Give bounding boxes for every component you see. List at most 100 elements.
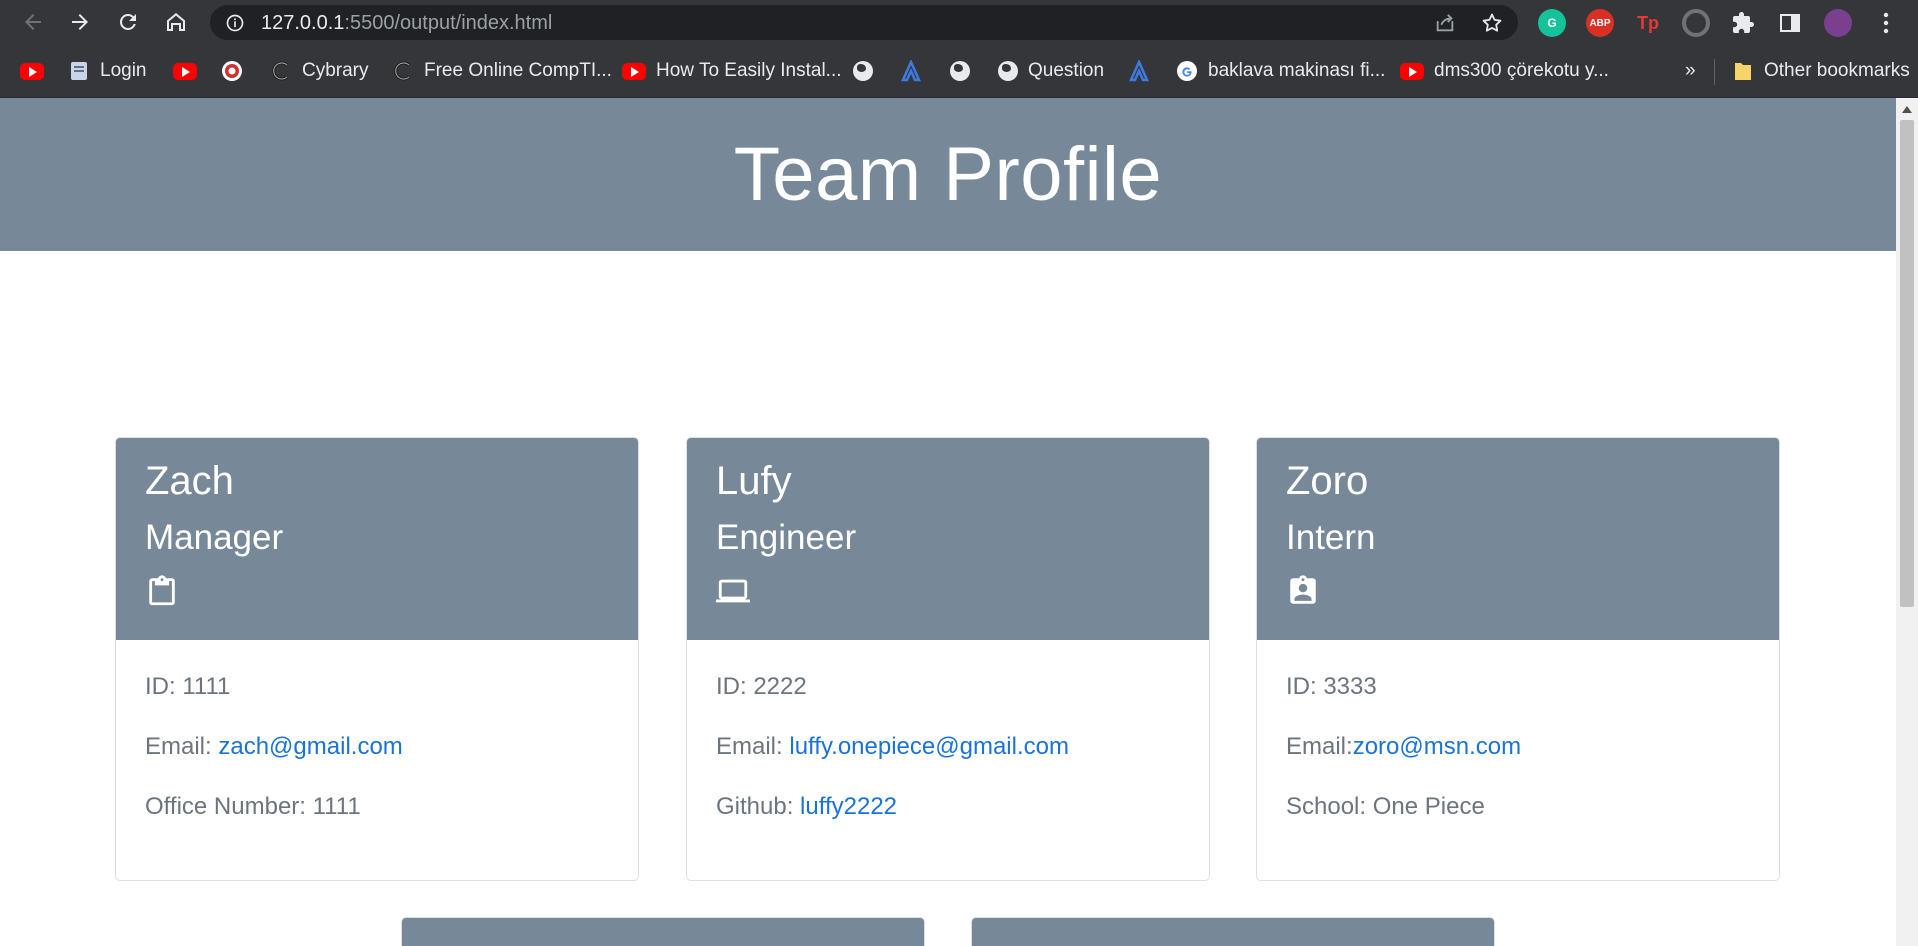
- document-icon: [68, 60, 90, 82]
- email-link[interactable]: zoro@msn.com: [1353, 733, 1521, 760]
- id-badge-icon: [1290, 575, 1316, 604]
- employee-email-row: Email:zoro@msn.com: [1286, 732, 1750, 792]
- employee-id: ID: 3333: [1286, 673, 1377, 700]
- a-icon: [1128, 60, 1150, 82]
- employee-id: ID: 2222: [716, 673, 807, 700]
- card-header: Lufy Engineer: [687, 438, 1209, 640]
- reload-button[interactable]: [111, 5, 145, 39]
- bookmark-item[interactable]: Question: [998, 58, 1104, 84]
- office-number: Office Number: 1111: [145, 793, 361, 820]
- employee-name: Zach: [145, 459, 234, 503]
- home-button[interactable]: [159, 5, 193, 39]
- bookmark-item[interactable]: [221, 58, 243, 84]
- employee-card: Lufy Engineer ID: 2222 Email: luffy.onep…: [686, 437, 1210, 881]
- bookmark-item[interactable]: dms300 çörekotu y...: [1400, 58, 1609, 84]
- email-link[interactable]: luffy.onepiece@gmail.com: [789, 733, 1069, 760]
- bookmark-label: baklava makinası fi...: [1208, 60, 1386, 81]
- employee-role: Manager: [145, 518, 284, 557]
- forward-button[interactable]: [63, 5, 97, 39]
- page-scrollbar[interactable]: [1896, 98, 1918, 946]
- bookmark-label: dms300 çörekotu y...: [1434, 60, 1609, 81]
- grammarly-extension-icon[interactable]: G: [1538, 9, 1566, 37]
- github-label: Github:: [716, 793, 801, 820]
- bookmark-item[interactable]: [950, 58, 970, 84]
- bookmark-item[interactable]: [1128, 58, 1150, 84]
- globe-icon: [998, 61, 1018, 81]
- bookmark-item[interactable]: Login: [68, 58, 147, 84]
- bookmark-item[interactable]: baklava makinası fi...: [1176, 58, 1385, 84]
- overflow-label: »: [1685, 60, 1696, 81]
- card-header: Zoro Intern: [1257, 438, 1779, 640]
- email-link[interactable]: zach@gmail.com: [218, 733, 402, 760]
- employee-name: Lufy: [716, 459, 792, 503]
- page-header: Team Profile: [0, 98, 1896, 251]
- browser-toolbar: 127.0.0.1:5500/output/index.html G ABP T…: [0, 0, 1918, 45]
- bookmark-item[interactable]: [900, 58, 922, 84]
- tp-extension-icon[interactable]: Tp: [1634, 9, 1662, 37]
- card-header: [402, 918, 924, 946]
- employee-role: Engineer: [716, 518, 857, 557]
- url-text[interactable]: 127.0.0.1:5500/output/index.html: [261, 12, 552, 35]
- target-icon: [221, 60, 243, 82]
- bookmark-item[interactable]: [20, 58, 44, 84]
- more-menu-icon[interactable]: [1872, 9, 1900, 37]
- github-row: Github: luffy2222: [716, 792, 1180, 852]
- email-label: Email:: [716, 733, 790, 760]
- ring-extension-icon[interactable]: [1682, 9, 1710, 37]
- github-link[interactable]: luffy2222: [800, 793, 897, 820]
- employee-name: Zoro: [1286, 459, 1369, 503]
- bookmark-item[interactable]: How To Easily Instal...: [622, 58, 842, 84]
- a-icon: [900, 60, 922, 82]
- employee-email-row: Email: luffy.onepiece@gmail.com: [716, 732, 1180, 792]
- employee-card-partial: [401, 917, 925, 946]
- bookmark-label: Free Online CompTI...: [424, 60, 612, 81]
- side-panel-icon[interactable]: [1776, 9, 1804, 37]
- other-bookmarks-folder[interactable]: Other bookmarks: [1732, 58, 1910, 84]
- youtube-icon: [622, 62, 646, 80]
- scroll-up-arrow-icon[interactable]: [1902, 106, 1912, 113]
- page-viewport: Team Profile Zach Manager ID: 1111 Email…: [0, 98, 1896, 946]
- bookmark-label: Login: [100, 60, 147, 81]
- clipboard-icon: [149, 575, 175, 606]
- scrollbar-thumb[interactable]: [1900, 120, 1914, 607]
- bookmark-star-icon[interactable]: [1480, 11, 1504, 35]
- employee-role: Intern: [1286, 518, 1376, 557]
- extensions-puzzle-icon[interactable]: [1729, 9, 1757, 37]
- email-label: Email:: [1286, 733, 1353, 760]
- address-bar[interactable]: 127.0.0.1:5500/output/index.html: [210, 5, 1518, 40]
- info-icon[interactable]: [225, 13, 245, 33]
- back-arrow-icon: [25, 14, 41, 30]
- home-icon: [167, 13, 185, 31]
- adblock-extension-icon[interactable]: ABP: [1586, 9, 1614, 37]
- laptop-icon: [716, 579, 750, 603]
- share-icon[interactable]: [1434, 12, 1456, 34]
- reload-icon: [119, 13, 136, 30]
- bookmark-label: Question: [1028, 60, 1105, 81]
- bookmarks-overflow-button[interactable]: »: [1685, 58, 1696, 84]
- back-button[interactable]: [16, 5, 50, 39]
- bookmark-item[interactable]: Cybrary: [270, 58, 369, 84]
- school: School: One Piece: [1286, 793, 1485, 820]
- bookmark-item[interactable]: [853, 58, 873, 84]
- cybrary-icon: [270, 60, 292, 82]
- bookmark-label: How To Easily Instal...: [656, 60, 842, 81]
- bookmarks-bar: Login Cybrary Free Online CompTI... How …: [0, 45, 1918, 98]
- employee-card: Zach Manager ID: 1111 Email: zach@gmail.…: [115, 437, 639, 881]
- profile-avatar[interactable]: [1824, 9, 1852, 37]
- globe-icon: [950, 61, 970, 81]
- youtube-icon: [1400, 62, 1424, 80]
- youtube-icon: [173, 62, 197, 80]
- bookmark-label: Cybrary: [302, 60, 369, 81]
- google-icon: [1176, 60, 1198, 82]
- globe-icon: [853, 61, 873, 81]
- bookmark-item[interactable]: [173, 58, 197, 84]
- youtube-icon: [20, 62, 44, 80]
- bookmark-item[interactable]: Free Online CompTI...: [392, 58, 612, 84]
- card-body: ID: 3333 Email:zoro@msn.com School: One …: [1257, 640, 1779, 880]
- card-body: ID: 2222 Email: luffy.onepiece@gmail.com…: [687, 640, 1209, 880]
- cybrary-icon: [392, 60, 414, 82]
- other-bookmarks-label: Other bookmarks: [1764, 60, 1910, 81]
- bookmarks-separator: [1714, 59, 1715, 85]
- card-header: [972, 918, 1494, 946]
- url-host: 127.0.0.1: [261, 12, 345, 34]
